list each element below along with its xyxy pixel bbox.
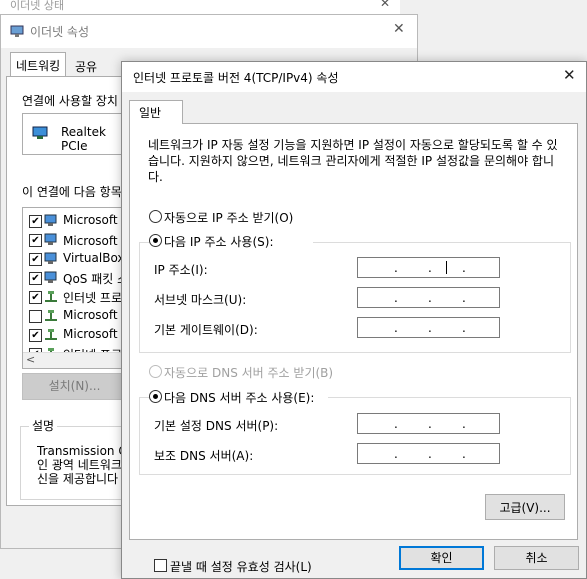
- item-checkbox[interactable]: ✔: [29, 253, 42, 266]
- list-item[interactable]: ✔ 인터넷 프로: [29, 288, 133, 307]
- components-list[interactable]: ✔ Microsoft N ✔ Microsoft 파 ✔ VirtualBox ✔ QoS …: [22, 207, 134, 369]
- item-checkbox[interactable]: ✔: [29, 234, 42, 247]
- items-label: 이 연결에 다음 항목: [22, 185, 122, 199]
- default-gateway-field[interactable]: ...: [357, 317, 500, 338]
- ipv4-dialog-title: 인터넷 프로토콜 버전 4(TCP/IPv4) 속성: [133, 71, 339, 85]
- dns-auto-label: 자동으로 DNS 서버 주소 받기(B): [164, 366, 334, 380]
- list-item[interactable]: ✔ Microsoft 파: [29, 231, 133, 250]
- item-checkbox[interactable]: ✔: [29, 291, 42, 304]
- default-gateway-label: 기본 게이트웨이(D):: [154, 323, 258, 337]
- network-card-icon: [32, 126, 48, 139]
- ip-auto-label[interactable]: 자동으로 IP 주소 받기(O): [164, 209, 293, 226]
- properties-window-title: 이더넷 속성: [30, 25, 90, 39]
- tab-networking[interactable]: 네트워킹: [10, 52, 67, 76]
- alternate-dns-label: 보조 DNS 서버(A):: [154, 449, 254, 463]
- cancel-button[interactable]: 취소: [494, 546, 579, 570]
- list-item[interactable]: ✔ Microsoft L: [29, 326, 133, 345]
- subnet-mask-field[interactable]: ...: [357, 287, 500, 308]
- properties-title-bar: 이더넷 속성 ✕: [1, 15, 417, 48]
- description-title: 설명: [29, 417, 58, 434]
- network-client-icon: [44, 252, 57, 264]
- radio-circle: [149, 365, 162, 378]
- radio-circle[interactable]: [149, 210, 162, 223]
- network-client-icon: [44, 233, 57, 245]
- list-horizontal-scrollbar[interactable]: <: [23, 352, 133, 368]
- connect-using-label: 연결에 사용할 장치: [22, 94, 118, 108]
- list-item-label: VirtualBox: [63, 251, 125, 265]
- network-client-icon: [44, 214, 57, 226]
- status-window: 이더넷 상태 ✕: [0, 0, 400, 15]
- adapter-display: Realtek PCIe: [22, 113, 134, 155]
- preferred-dns-field[interactable]: ...: [357, 413, 500, 434]
- list-item[interactable]: ✔ VirtualBox: [29, 250, 133, 269]
- tab-sharing[interactable]: 공유: [70, 54, 102, 76]
- text-cursor: [446, 261, 447, 274]
- close-icon[interactable]: ✕: [563, 66, 576, 84]
- protocol-icon: [45, 310, 57, 321]
- scroll-left-icon[interactable]: <: [26, 353, 35, 366]
- properties-close-icon[interactable]: ✕: [393, 21, 405, 37]
- list-item[interactable]: ✔ QoS 패킷 스: [29, 269, 133, 288]
- list-item-label: Microsoft I: [63, 308, 125, 322]
- network-client-icon: [44, 271, 57, 283]
- tab-general[interactable]: 일반: [129, 100, 183, 124]
- item-checkbox[interactable]: ✔: [29, 329, 42, 342]
- protocol-icon: [45, 329, 57, 340]
- ip-address-label: IP 주소(I):: [154, 263, 208, 277]
- item-checkbox[interactable]: ✔: [29, 272, 42, 285]
- protocol-icon: [45, 291, 57, 302]
- list-item-label: 인터넷 프로: [63, 291, 123, 305]
- list-item-label: QoS 패킷 스: [63, 272, 129, 286]
- alternate-dns-field[interactable]: ...: [357, 443, 500, 464]
- ip-manual-radio[interactable]: 다음 IP 주소 사용(S):: [149, 233, 313, 249]
- status-window-title: 이더넷 상태: [10, 0, 65, 12]
- list-item[interactable]: Microsoft I: [29, 307, 133, 326]
- ok-button[interactable]: 확인: [399, 546, 484, 570]
- advanced-button[interactable]: 고급(V)...: [485, 494, 565, 520]
- ipv4-title-bar: 인터넷 프로토콜 버전 4(TCP/IPv4) 속성 ✕: [122, 62, 586, 92]
- list-item[interactable]: ✔ Microsoft N: [29, 212, 133, 231]
- ipv4-properties-dialog: 인터넷 프로토콜 버전 4(TCP/IPv4) 속성 ✕ 일반 네트워크가 IP…: [121, 61, 587, 579]
- subnet-mask-label: 서브넷 마스크(U):: [154, 293, 247, 307]
- item-checkbox[interactable]: [29, 310, 42, 323]
- ip-manual-label[interactable]: 다음 IP 주소 사용(S):: [164, 233, 273, 250]
- ip-address-field[interactable]: ...: [357, 257, 500, 278]
- dns-manual-radio[interactable]: 다음 DNS 서버 주소 사용(E):: [149, 389, 328, 405]
- intro-text: 네트워크가 IP 자동 설정 기능을 지원하면 IP 설정이 자동으로 할당되도…: [148, 138, 558, 184]
- preferred-dns-label: 기본 설정 DNS 서버(P):: [154, 419, 279, 433]
- item-checkbox[interactable]: ✔: [29, 215, 42, 228]
- dns-manual-label[interactable]: 다음 DNS 서버 주소 사용(E):: [164, 389, 314, 406]
- validate-on-exit-label[interactable]: 끝낼 때 설정 유효성 검사(L): [170, 558, 312, 575]
- radio-circle[interactable]: [149, 234, 162, 247]
- status-close-icon[interactable]: ✕: [380, 0, 390, 10]
- install-button: 설치(N)...: [22, 373, 127, 400]
- radio-circle[interactable]: [149, 390, 162, 403]
- list-item-label: Microsoft L: [63, 327, 129, 341]
- checkbox-box[interactable]: [154, 559, 167, 572]
- network-adapter-icon: [10, 25, 24, 37]
- general-tab-panel: 네트워크가 IP 자동 설정 기능을 지원하면 IP 설정이 자동으로 할당되도…: [129, 123, 578, 574]
